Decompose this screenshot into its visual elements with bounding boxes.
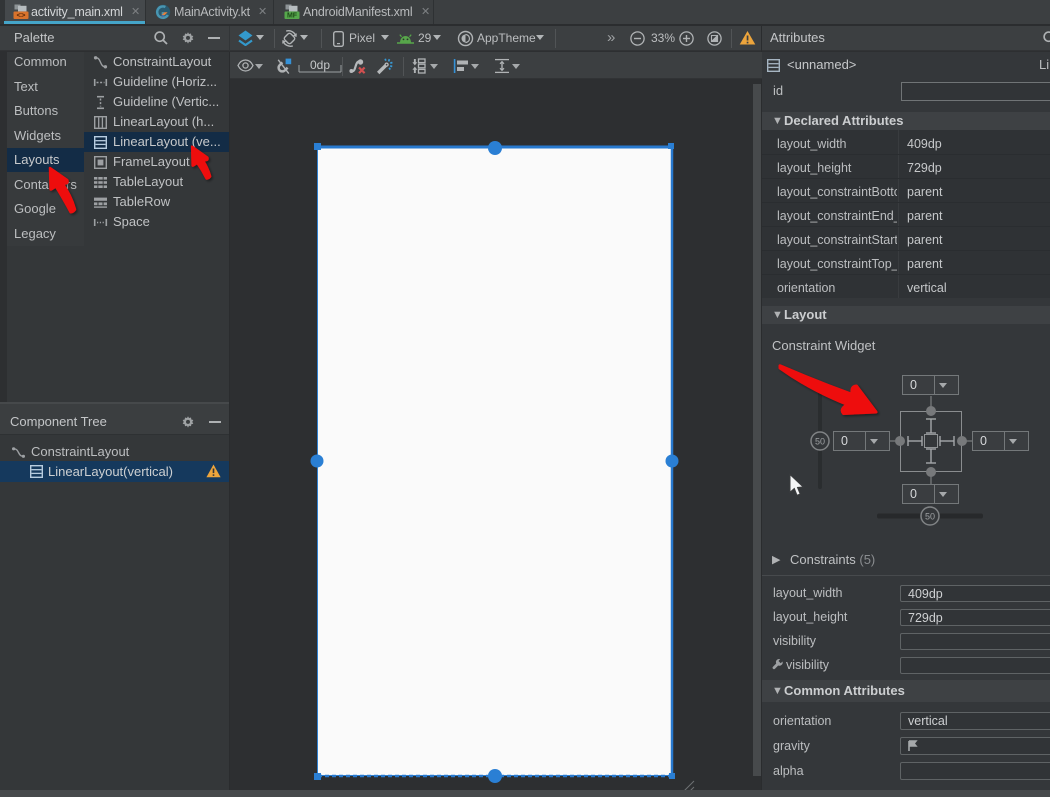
svg-text:<>: <>	[16, 13, 26, 19]
svg-text:50: 50	[925, 512, 935, 522]
svg-text:0dp: 0dp	[310, 60, 330, 72]
svg-text:MF: MF	[287, 13, 298, 19]
svg-text:50: 50	[815, 437, 825, 447]
